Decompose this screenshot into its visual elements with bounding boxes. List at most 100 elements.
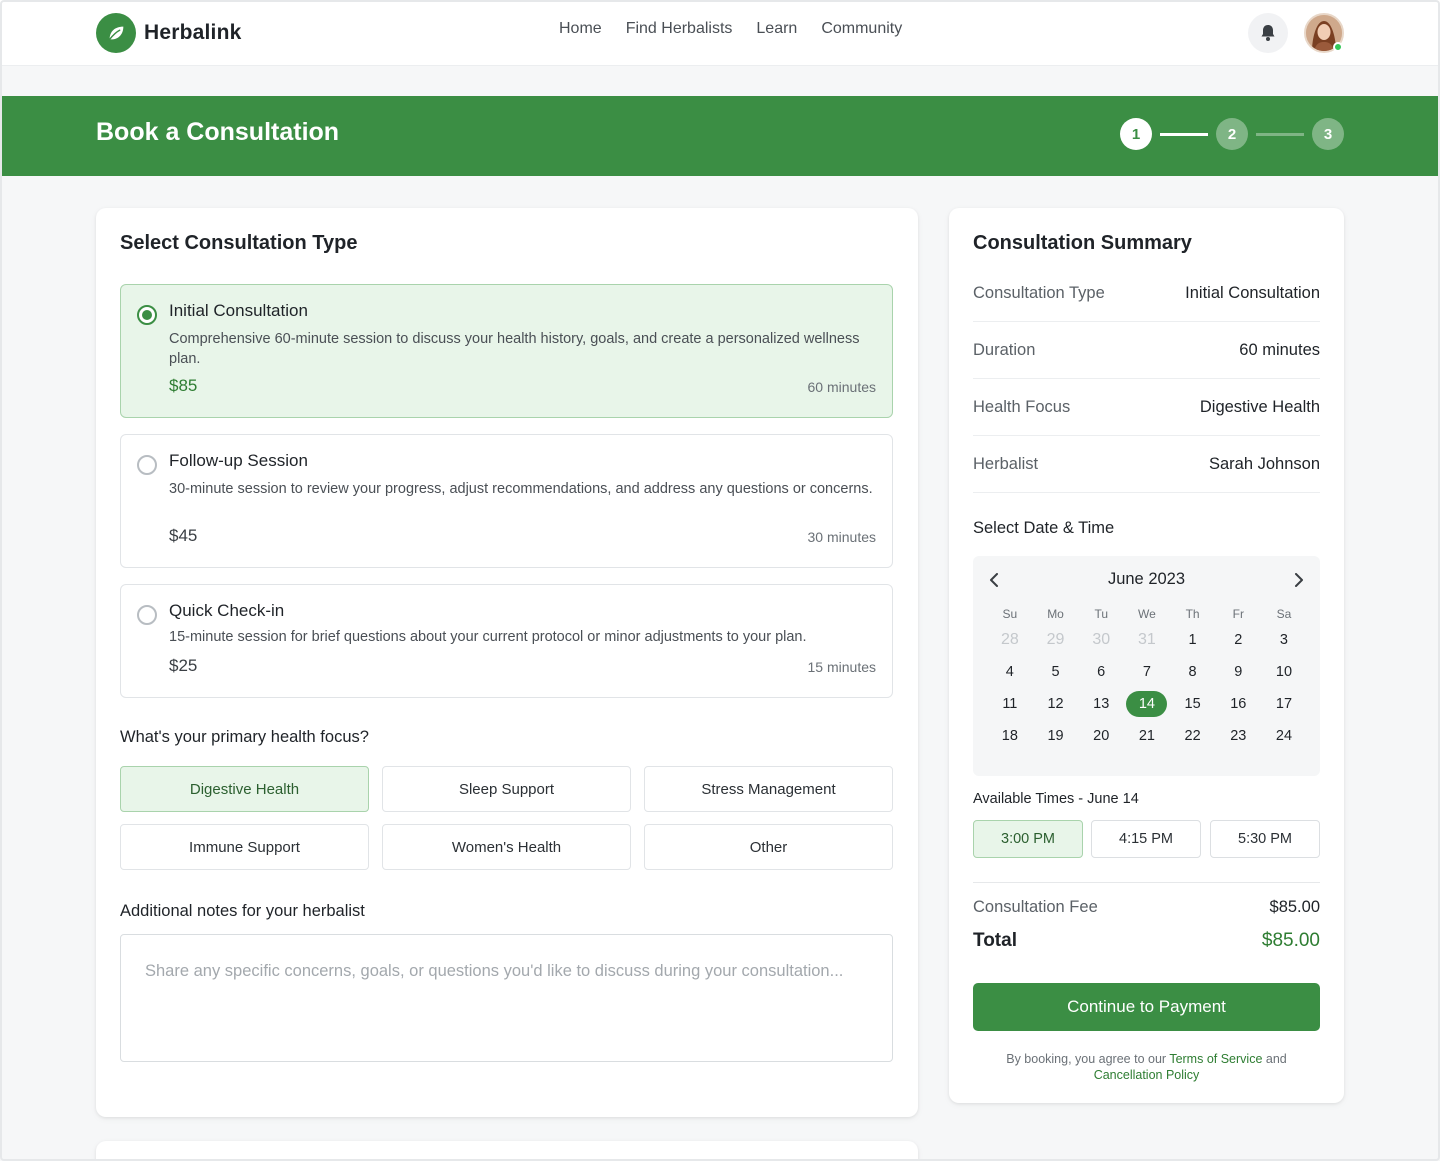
- radio-quick-check-in[interactable]: [137, 605, 157, 625]
- calendar-day[interactable]: 24: [1261, 720, 1307, 752]
- option-title: Initial Consultation: [169, 301, 308, 320]
- page-title: Book a Consultation: [96, 118, 340, 146]
- top-navigation: Herbalink Home Find Herbalists Learn Com…: [0, 0, 1440, 66]
- nav-link-find-herbalists[interactable]: Find Herbalists: [626, 20, 733, 38]
- summary-heading: Consultation Summary: [973, 232, 1192, 254]
- notes-textarea[interactable]: [120, 934, 893, 1062]
- fee-row: Consultation Fee $85.00: [973, 898, 1320, 917]
- chevron-left-icon[interactable]: [984, 570, 1004, 590]
- step-connector-2: [1256, 133, 1304, 136]
- option-description: Comprehensive 60-minute session to discu…: [169, 331, 860, 367]
- notifications-button[interactable]: [1248, 13, 1288, 53]
- step-indicator-1: 1: [1120, 118, 1152, 150]
- calendar-day[interactable]: 11: [987, 688, 1033, 720]
- selected-day-highlight: 14: [1126, 691, 1168, 717]
- nav-link-learn[interactable]: Learn: [756, 20, 797, 38]
- focus-chip-digestive-health[interactable]: Digestive Health: [120, 766, 369, 812]
- calendar-day[interactable]: 13: [1078, 688, 1124, 720]
- calendar-day[interactable]: 1: [1170, 624, 1216, 656]
- health-focus-question: What's your primary health focus?: [120, 728, 369, 746]
- calendar-day: 31: [1138, 631, 1156, 648]
- weekday-label: Su: [1002, 607, 1018, 621]
- summary-value: Sarah Johnson: [1209, 454, 1320, 473]
- option-quick-check-in[interactable]: Quick Check-in 15-minute session for bri…: [120, 584, 893, 698]
- chevron-right-icon[interactable]: [1289, 570, 1309, 590]
- focus-chip-sleep-support[interactable]: Sleep Support: [382, 766, 631, 812]
- nav-link-community[interactable]: Community: [821, 20, 902, 38]
- available-times-heading: Available Times - June 14: [973, 791, 1139, 807]
- focus-chip-womens-health[interactable]: Women's Health: [382, 824, 631, 870]
- step-indicator-3: 3: [1312, 118, 1344, 150]
- logo[interactable]: Herbalink: [96, 13, 242, 53]
- terms-and: and: [1262, 1052, 1287, 1066]
- option-duration: 60 minutes: [807, 379, 876, 395]
- fee-label: Consultation Fee: [973, 898, 1098, 916]
- calendar-day[interactable]: 2: [1215, 624, 1261, 656]
- continue-to-payment-button[interactable]: Continue to Payment: [973, 983, 1320, 1031]
- calendar-month: June 2023: [1107, 570, 1186, 588]
- calendar-day: 30: [1092, 631, 1111, 648]
- calendar-day[interactable]: 20: [1078, 720, 1124, 752]
- option-initial-consultation[interactable]: Initial Consultation Comprehensive 60-mi…: [120, 284, 893, 418]
- calendar-day[interactable]: 12: [1033, 688, 1079, 720]
- consultation-form-card: Select Consultation Type Initial Consult…: [96, 208, 918, 1117]
- calendar-weekday-row: Su Mo Tu We Th Fr Sa: [987, 604, 1307, 624]
- weekday-label: Th: [1185, 607, 1200, 621]
- focus-chip-immune-support[interactable]: Immune Support: [120, 824, 369, 870]
- focus-chip-stress-management[interactable]: Stress Management: [644, 766, 893, 812]
- nav-link-home[interactable]: Home: [559, 20, 602, 38]
- calendar-day[interactable]: 21: [1124, 720, 1170, 752]
- calendar-day[interactable]: 14: [1124, 688, 1170, 720]
- booking-banner: Book a Consultation 1 2 3: [2, 96, 1438, 176]
- terms-prefix: By booking, you agree to our: [1006, 1052, 1170, 1066]
- calendar-day[interactable]: 18: [987, 720, 1033, 752]
- calendar-day[interactable]: 23: [1215, 720, 1261, 752]
- calendar-day[interactable]: 22: [1170, 720, 1216, 752]
- option-price: $25: [169, 656, 198, 675]
- calendar-day[interactable]: 16: [1215, 688, 1261, 720]
- option-follow-up-session[interactable]: Follow-up Session 30-minute session to r…: [120, 434, 893, 568]
- summary-value: 60 minutes: [1239, 340, 1320, 359]
- calendar-day[interactable]: 5: [1033, 656, 1079, 688]
- bell-icon: [1261, 25, 1275, 41]
- calendar-day[interactable]: 19: [1033, 720, 1079, 752]
- date-picker: June 2023 Su Mo Tu We Th Fr Sa 28 29 30 31 1…: [973, 556, 1320, 776]
- calendar-day[interactable]: 7: [1124, 656, 1170, 688]
- step-indicator-2: 2: [1216, 118, 1248, 150]
- time-slot-button[interactable]: 4:15 PM: [1091, 820, 1201, 858]
- summary-row-herbalist: Herbalist Sarah Johnson: [973, 436, 1320, 493]
- total-row: Total $85.00: [973, 930, 1320, 952]
- summary-label: Health Focus: [973, 397, 1071, 416]
- cancellation-policy-link[interactable]: Cancellation Policy: [1094, 1068, 1200, 1082]
- calendar-day[interactable]: 17: [1261, 688, 1307, 720]
- calendar-day[interactable]: 4: [987, 656, 1033, 688]
- calendar-day[interactable]: 3: [1261, 624, 1307, 656]
- calendar-grid: Su Mo Tu We Th Fr Sa 28 29 30 31 1 2 3 4 5 6 7 8 9 10…: [987, 604, 1307, 752]
- summary-value: Initial Consultation: [1185, 283, 1320, 302]
- online-status-indicator: [1333, 42, 1343, 52]
- focus-chip-other[interactable]: Other: [644, 824, 893, 870]
- total-label: Total: [973, 930, 1017, 951]
- time-slot-button[interactable]: 5:30 PM: [1210, 820, 1320, 858]
- radio-follow-up-session[interactable]: [137, 455, 157, 475]
- date-time-heading: Select Date & Time: [973, 519, 1115, 537]
- time-slot-button[interactable]: 3:00 PM: [973, 820, 1083, 858]
- calendar-day[interactable]: 8: [1170, 656, 1216, 688]
- consultation-summary-card: Consultation Summary Consultation Type I…: [949, 208, 1344, 1103]
- notes-label: Additional notes for your herbalist: [120, 902, 365, 920]
- calendar-day[interactable]: 10: [1261, 656, 1307, 688]
- weekday-label: Mo: [1047, 607, 1064, 621]
- option-duration: 15 minutes: [807, 659, 876, 675]
- next-section-card: [96, 1141, 918, 1161]
- calendar-week-row: 4 5 6 7 8 9 10: [987, 656, 1307, 688]
- calendar-day[interactable]: 9: [1215, 656, 1261, 688]
- terms-of-service-link[interactable]: Terms of Service: [1169, 1052, 1262, 1066]
- weekday-label: Tu: [1094, 607, 1108, 621]
- calendar-day: 28: [1000, 631, 1019, 648]
- calendar-day[interactable]: 6: [1078, 656, 1124, 688]
- calendar-week-row: 11 12 13 14 15 16 17: [987, 688, 1307, 720]
- weekday-label: Fr: [1232, 607, 1244, 621]
- calendar-day[interactable]: 15: [1170, 688, 1216, 720]
- summary-row-duration: Duration 60 minutes: [973, 322, 1320, 379]
- radio-initial-consultation[interactable]: [137, 305, 157, 325]
